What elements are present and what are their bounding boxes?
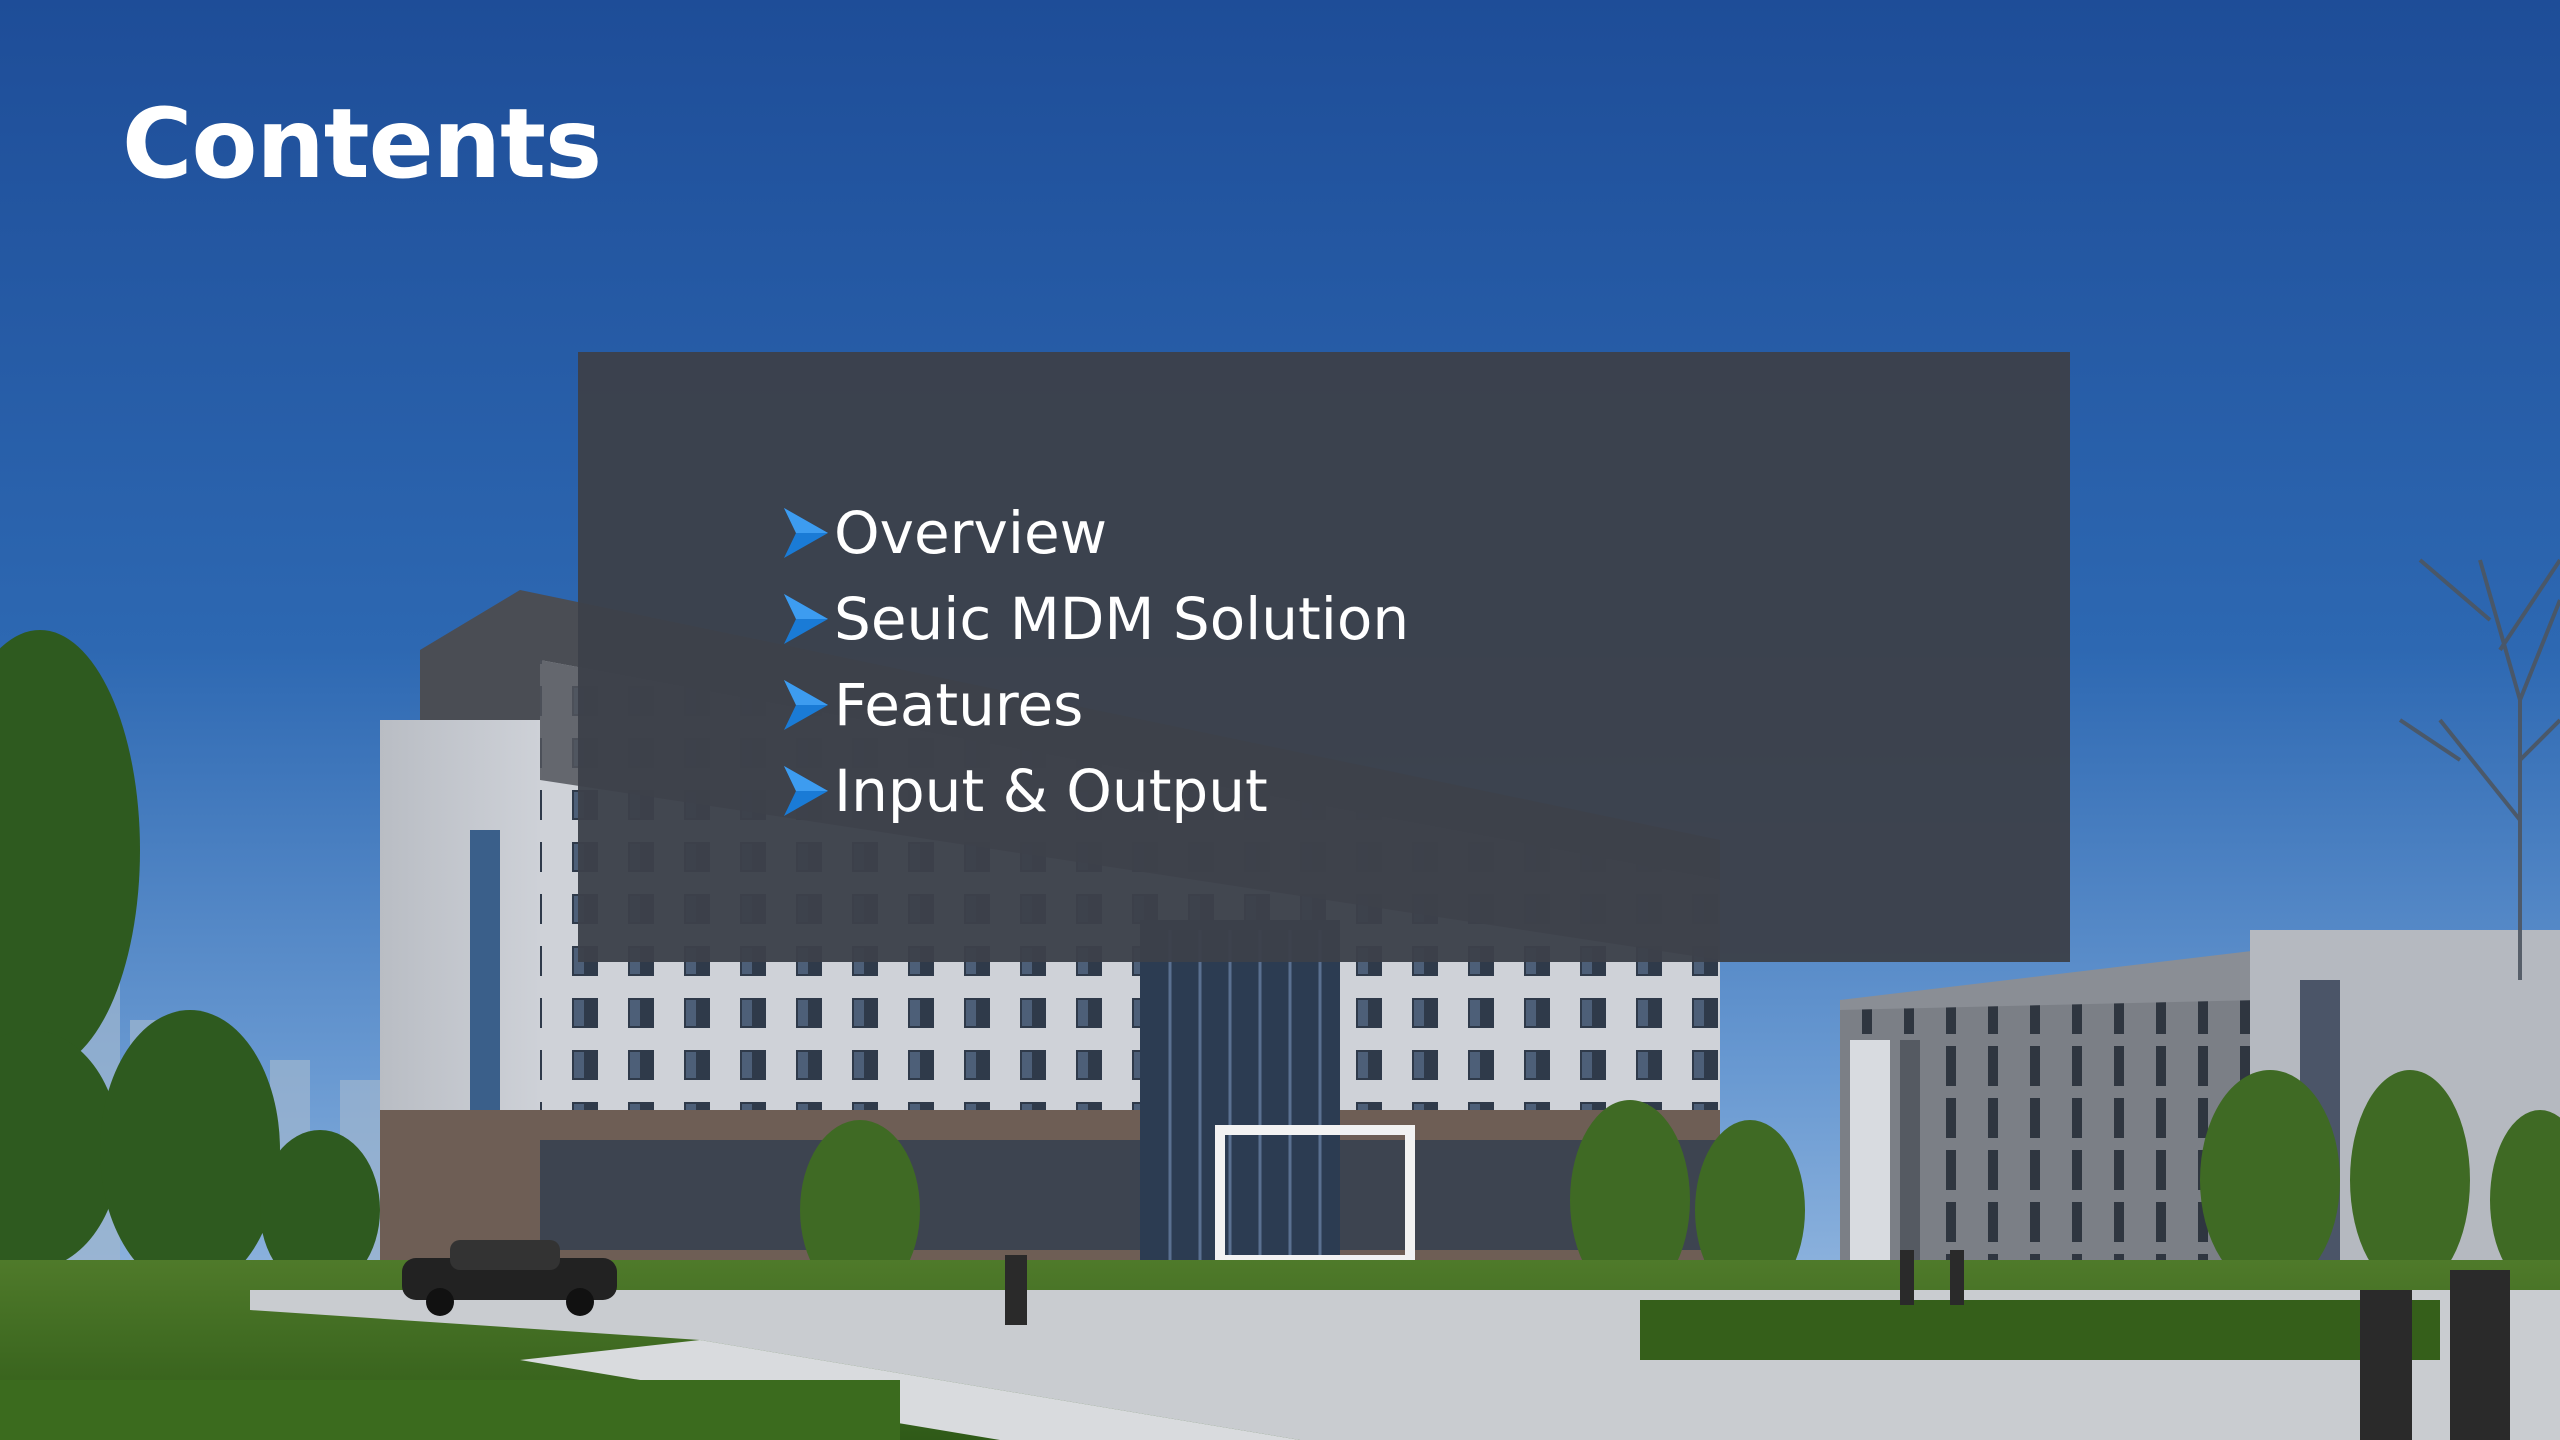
list-item-label: Input & Output: [834, 757, 1268, 825]
slide: Contents Overview Seuic MDM Solution Fea…: [0, 0, 2560, 1440]
list-item-features: Features: [784, 662, 1409, 748]
list-item-label: Seuic MDM Solution: [834, 585, 1410, 653]
list-item-label: Features: [834, 671, 1084, 739]
list-item-seuic-mdm-solution: Seuic MDM Solution: [784, 576, 1409, 662]
arrow-bullet-icon: [784, 594, 828, 644]
list-item-label: Overview: [834, 499, 1108, 567]
arrow-bullet-icon: [784, 766, 828, 816]
arrow-bullet-icon: [784, 680, 828, 730]
list-item-input-output: Input & Output: [784, 748, 1409, 834]
slide-title: Contents: [122, 88, 602, 200]
arrow-bullet-icon: [784, 508, 828, 558]
list-item-overview: Overview: [784, 490, 1409, 576]
contents-list: Overview Seuic MDM Solution Features Inp…: [784, 490, 1409, 834]
